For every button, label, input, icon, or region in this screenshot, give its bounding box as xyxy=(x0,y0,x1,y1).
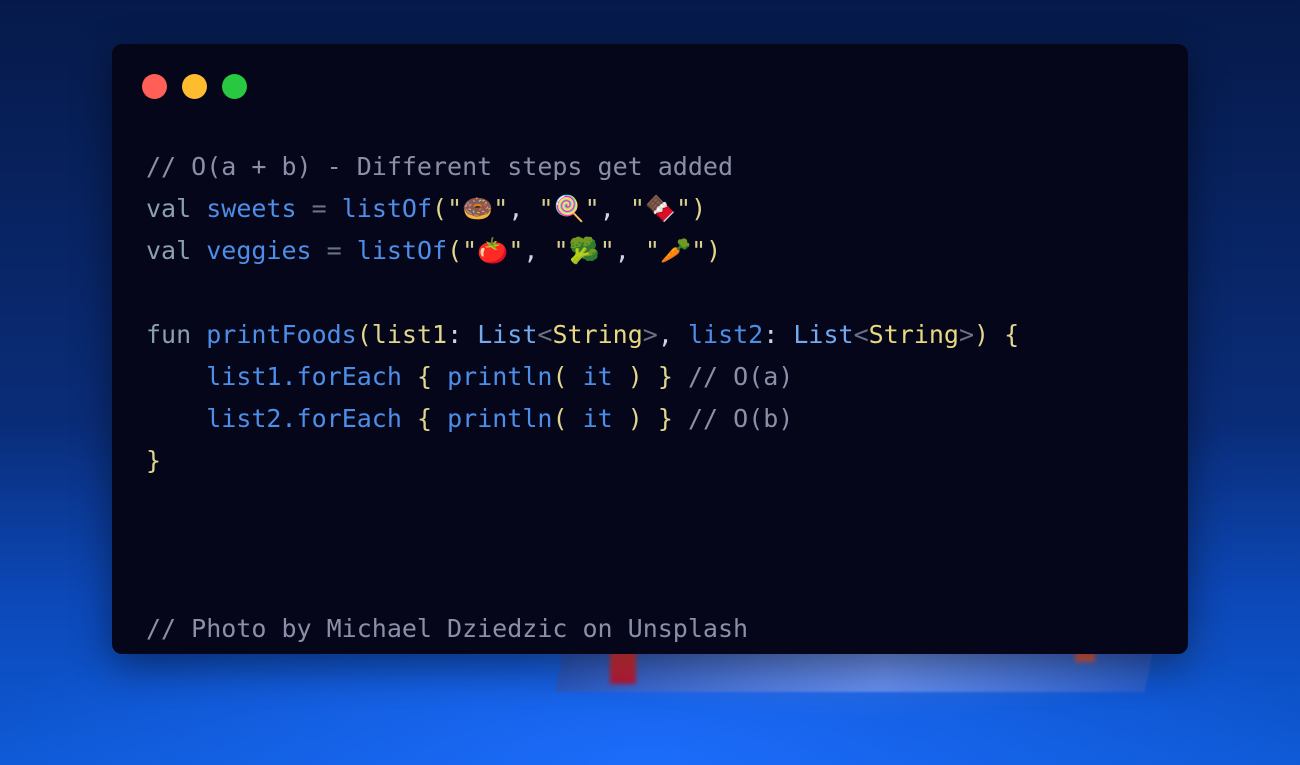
donut-emoji: 🍩 xyxy=(462,194,494,223)
window-controls xyxy=(142,74,247,99)
paren: ) xyxy=(691,194,707,223)
variable-name: veggies xyxy=(206,236,312,265)
type-argument: String xyxy=(552,320,643,349)
string-quote: " xyxy=(553,236,569,265)
comment: // O(a + b) - Different steps get added xyxy=(146,152,733,181)
code-block: // O(a + b) - Different steps get added v… xyxy=(146,146,1019,650)
string-quote: " xyxy=(644,236,660,265)
maximize-button[interactable] xyxy=(222,74,247,99)
paren: ) xyxy=(627,362,643,391)
string-quote: " xyxy=(493,194,509,223)
comma: , xyxy=(599,194,630,223)
method-call: .forEach xyxy=(281,404,402,433)
paren: ) xyxy=(706,236,722,265)
string-quote: " xyxy=(629,194,645,223)
parameter-name: list2 xyxy=(687,320,764,349)
brace: { xyxy=(416,362,433,391)
paren: ) xyxy=(627,404,643,433)
lollipop-emoji: 🍭 xyxy=(553,194,585,223)
string-quote: " xyxy=(538,194,554,223)
lambda-argument: it xyxy=(582,362,613,391)
code-line-comment-header: // O(a + b) - Different steps get added xyxy=(146,146,1019,188)
function-name: println xyxy=(447,404,553,433)
string-quote: " xyxy=(462,236,478,265)
string-quote: " xyxy=(676,194,692,223)
comma: , xyxy=(523,236,554,265)
paren: ( xyxy=(356,320,372,349)
angle-bracket: > xyxy=(958,320,975,349)
carrot-emoji: 🥕 xyxy=(659,236,692,265)
operator: = xyxy=(311,194,327,223)
type-argument: String xyxy=(868,320,959,349)
parameter-name: list1 xyxy=(371,320,448,349)
code-line-veggies: val veggies = listOf("🍅", "🥦", "🥕") xyxy=(146,230,1019,272)
function-name: listOf xyxy=(341,194,433,223)
minimize-button[interactable] xyxy=(182,74,207,99)
broccoli-emoji: 🥦 xyxy=(568,236,600,265)
operator: = xyxy=(326,236,342,265)
colon: : xyxy=(763,320,779,349)
brace: } xyxy=(657,362,673,391)
comma: , xyxy=(508,194,539,223)
method-call: .forEach xyxy=(281,362,402,391)
keyword: val xyxy=(146,236,192,265)
brace: { xyxy=(1004,320,1020,349)
code-line-foreach-2: list2.forEach { println( it ) } // O(b) xyxy=(146,398,1019,440)
function-name: printFoods xyxy=(206,320,357,349)
type-name: List xyxy=(477,320,538,349)
string-quote: " xyxy=(447,194,463,223)
code-window: // O(a + b) - Different steps get added v… xyxy=(112,44,1188,654)
comma: , xyxy=(657,320,673,349)
angle-bracket: < xyxy=(537,320,553,349)
string-quote: " xyxy=(599,236,615,265)
angle-bracket: > xyxy=(642,320,658,349)
colon: : xyxy=(447,320,463,349)
code-line-sweets: val sweets = listOf("🍩", "🍭", "🍫") xyxy=(146,188,1019,230)
receiver-name: list2 xyxy=(206,404,282,433)
function-name: println xyxy=(447,362,553,391)
comma: , xyxy=(614,236,645,265)
paren: ( xyxy=(447,236,463,265)
code-line-foreach-1: list1.forEach { println( it ) } // O(a) xyxy=(146,356,1019,398)
comment: // O(a) xyxy=(688,362,794,391)
code-line-function-signature: fun printFoods(list1: List<String>, list… xyxy=(146,314,1019,356)
receiver-name: list1 xyxy=(206,362,282,391)
brace: } xyxy=(657,404,673,433)
paren: ) xyxy=(974,320,990,349)
comment: // O(b) xyxy=(688,404,794,433)
brace: { xyxy=(416,404,433,433)
string-quote: " xyxy=(508,236,524,265)
paren: ( xyxy=(552,362,568,391)
string-quote: " xyxy=(691,236,707,265)
credit-comment: // Photo by Michael Dziedzic on Unsplash xyxy=(146,614,749,643)
keyword: fun xyxy=(146,320,192,349)
paren: ( xyxy=(432,194,448,223)
lambda-argument: it xyxy=(582,404,613,433)
variable-name: sweets xyxy=(206,194,297,223)
type-name: List xyxy=(793,320,854,349)
paren: ( xyxy=(552,404,568,433)
code-line-credit: // Photo by Michael Dziedzic on Unsplash xyxy=(146,608,1019,650)
code-line-closing-brace: } xyxy=(146,440,1019,482)
angle-bracket: < xyxy=(853,320,869,349)
brace: } xyxy=(146,446,162,475)
tomato-emoji: 🍅 xyxy=(477,236,509,265)
chocolate-emoji: 🍫 xyxy=(644,194,677,223)
string-quote: " xyxy=(584,194,600,223)
function-name: listOf xyxy=(356,236,448,265)
keyword: val xyxy=(146,194,192,223)
close-button[interactable] xyxy=(142,74,167,99)
